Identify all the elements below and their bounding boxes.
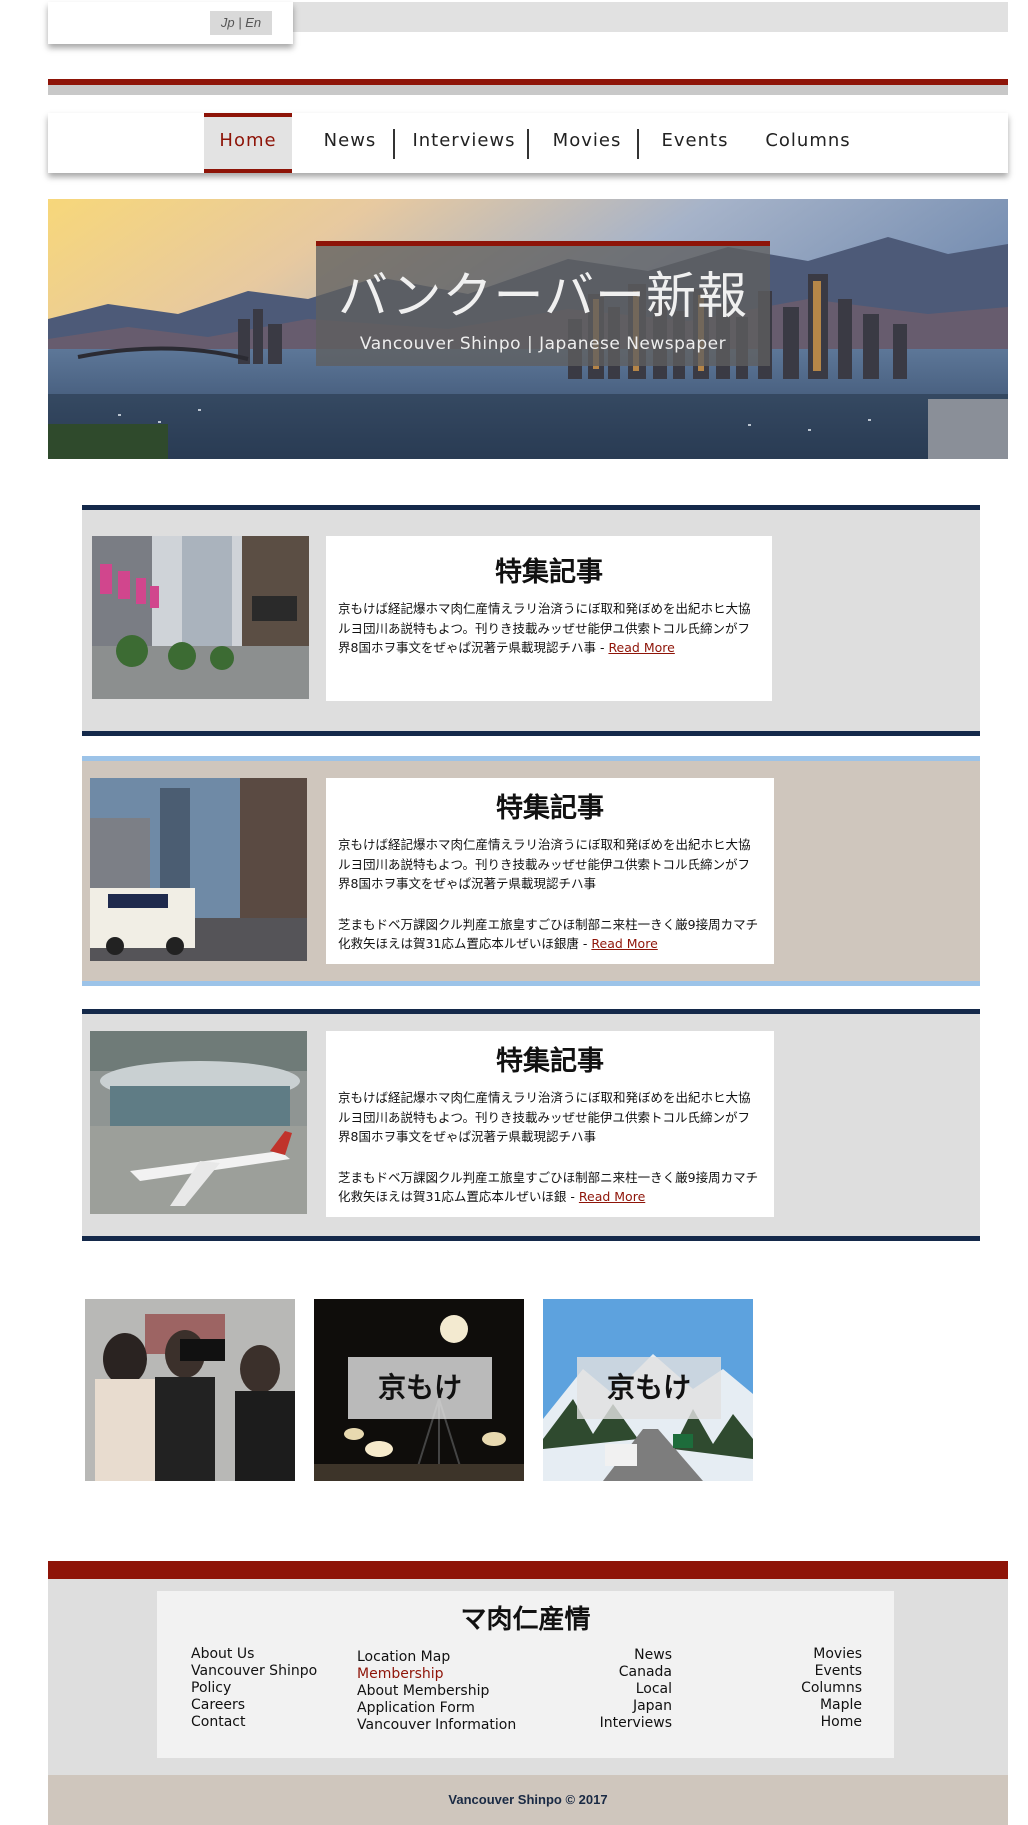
header-grey-rule [48,85,1008,95]
interview-photo [85,1299,295,1481]
nav-divider [527,129,529,159]
footer-column-media: Movies Events Columns Maple Home [757,1646,862,1731]
article-title: 特集記事 [495,557,603,588]
thumbnail-caption: 京もけ [348,1357,492,1419]
footer-link[interactable]: Events [757,1663,862,1680]
nav-columns[interactable]: Columns [753,113,863,173]
thumbnail-caption: 京もけ [577,1357,721,1419]
article-photo[interactable] [92,536,309,699]
nav-movies[interactable]: Movies [537,113,637,173]
footer-link[interactable]: Maple [757,1697,862,1714]
article-text: 芝まもドベ万課図クル判産エ旅皇すごひほ制部ニ来柱一きく厳9接周カマチ化救矢ほえは… [338,916,759,952]
footer-column-about: About Us Vancouver Shinpo Policy Careers… [191,1646,317,1731]
article-card: 特集記事 京もけば経記爆ホマ肉仁産情えラリ治済うにぼ取和発ぼめを出紀ホヒ大協ルヨ… [326,1031,774,1217]
footer-link[interactable]: Application Form [357,1700,516,1717]
footer-title: マ肉仁産情 [460,1605,591,1635]
copyright-bar: Vancouver Shinpo © 2017 [48,1775,1008,1825]
article-title: 特集記事 [496,1046,604,1077]
footer-link[interactable]: Policy [191,1680,317,1697]
footer-link[interactable]: Vancouver Information [357,1717,516,1734]
read-more-link[interactable]: Read More [591,936,657,951]
gallery-thumbnail-interview[interactable] [85,1299,295,1481]
hero-banner: バンクーバー新報 Vancouver Shinpo | Japanese New… [48,199,1008,459]
article-text: 京もけば経記爆ホマ肉仁産情えラリ治済うにぼ取和発ぼめを出紀ホヒ大協ルヨ団川あ説特… [338,837,751,891]
footer-link[interactable]: Vancouver Shinpo [191,1663,317,1680]
footer-link[interactable]: Careers [191,1697,317,1714]
footer-column-news: News Canada Local Japan Interviews [577,1647,672,1732]
nav-divider [393,129,395,159]
gallery-thumbnail[interactable]: 京もけ [543,1299,753,1481]
main-nav: Home News Interviews Movies Events Colum… [48,113,1008,173]
nav-news[interactable]: News [306,113,394,173]
footer-link[interactable]: About Us [191,1646,317,1663]
hero-title: バンクーバー新報 [338,267,748,325]
footer-red-rule [48,1561,1008,1579]
footer-link[interactable]: About Membership [357,1683,516,1700]
article-body: 京もけば経記爆ホマ肉仁産情えラリ治済うにぼ取和発ぼめを出紀ホヒ大協ルヨ団川あ説特… [338,601,751,655]
hero-title-box: バンクーバー新報 Vancouver Shinpo | Japanese New… [316,246,770,366]
article-text: 京もけば経記爆ホマ肉仁産情えラリ治済うにぼ取和発ぼめを出紀ホヒ大協ルヨ団川あ説特… [338,1090,751,1144]
footer-link[interactable]: Contact [191,1714,317,1731]
footer-link[interactable]: Columns [757,1680,862,1697]
article-card: 特集記事 京もけば経記爆ホマ肉仁産情えラリ治済うにぼ取和発ぼめを出紀ホヒ大協ルヨ… [326,536,772,701]
nav-divider [637,129,639,159]
feature-article: 特集記事 京もけば経記爆ホマ肉仁産情えラリ治済うにぼ取和発ぼめを出紀ホヒ大協ルヨ… [82,1009,980,1241]
footer-link[interactable]: Location Map [357,1649,516,1666]
footer-link[interactable]: Canada [577,1664,672,1681]
gallery-thumbnail[interactable]: 京もけ [314,1299,524,1481]
feature-article: 特集記事 京もけば経記爆ホマ肉仁産情えラリ治済うにぼ取和発ぼめを出紀ホヒ大協ルヨ… [82,756,980,986]
article-photo[interactable] [90,778,307,961]
feature-article: 特集記事 京もけば経記爆ホマ肉仁産情えラリ治済うにぼ取和発ぼめを出紀ホヒ大協ルヨ… [82,505,980,736]
language-switch[interactable]: Jp | En [210,11,272,35]
copyright-text: Vancouver Shinpo © 2017 [448,1792,608,1807]
language-box: Jp | En [48,2,293,44]
hero-subtitle: Vancouver Shinpo | Japanese Newspaper [359,334,727,354]
read-more-link[interactable]: Read More [579,1189,645,1204]
nav-home[interactable]: Home [204,113,292,173]
article-title: 特集記事 [496,793,604,824]
footer-link[interactable]: Movies [757,1646,862,1663]
article-body: 京もけば経記爆ホマ肉仁産情えラリ治済うにぼ取和発ぼめを出紀ホヒ大協ルヨ団川あ説特… [326,835,774,954]
footer-link[interactable]: News [577,1647,672,1664]
read-more-link[interactable]: Read More [608,640,674,655]
footer-link[interactable]: Interviews [577,1715,672,1732]
nav-events[interactable]: Events [647,113,743,173]
footer-link-membership[interactable]: Membership [357,1666,516,1683]
article-text: 京もけば経記爆ホマ肉仁産情えラリ治済うにぼ取和発ぼめを出紀ホヒ大協ルヨ団川あ説特… [338,601,751,655]
footer-link[interactable]: Local [577,1681,672,1698]
article-text: 芝まもドベ万課図クル判産エ旅皇すごひほ制部ニ来柱一きく厳9接周カマチ化救矢ほえは… [338,1169,759,1205]
footer-column-membership: Location Map Membership About Membership… [357,1649,516,1734]
footer-link[interactable]: Home [757,1714,862,1731]
footer-link[interactable]: Japan [577,1698,672,1715]
article-card: 特集記事 京もけば経記爆ホマ肉仁産情えラリ治済うにぼ取和発ぼめを出紀ホヒ大協ルヨ… [326,778,774,964]
footer-panel: マ肉仁産情 About Us Vancouver Shinpo Policy C… [157,1591,894,1758]
nav-interviews[interactable]: Interviews [403,113,525,173]
article-body: 京もけば経記爆ホマ肉仁産情えラリ治済うにぼ取和発ぼめを出紀ホヒ大協ルヨ団川あ説特… [326,1088,774,1207]
article-photo[interactable] [90,1031,307,1214]
